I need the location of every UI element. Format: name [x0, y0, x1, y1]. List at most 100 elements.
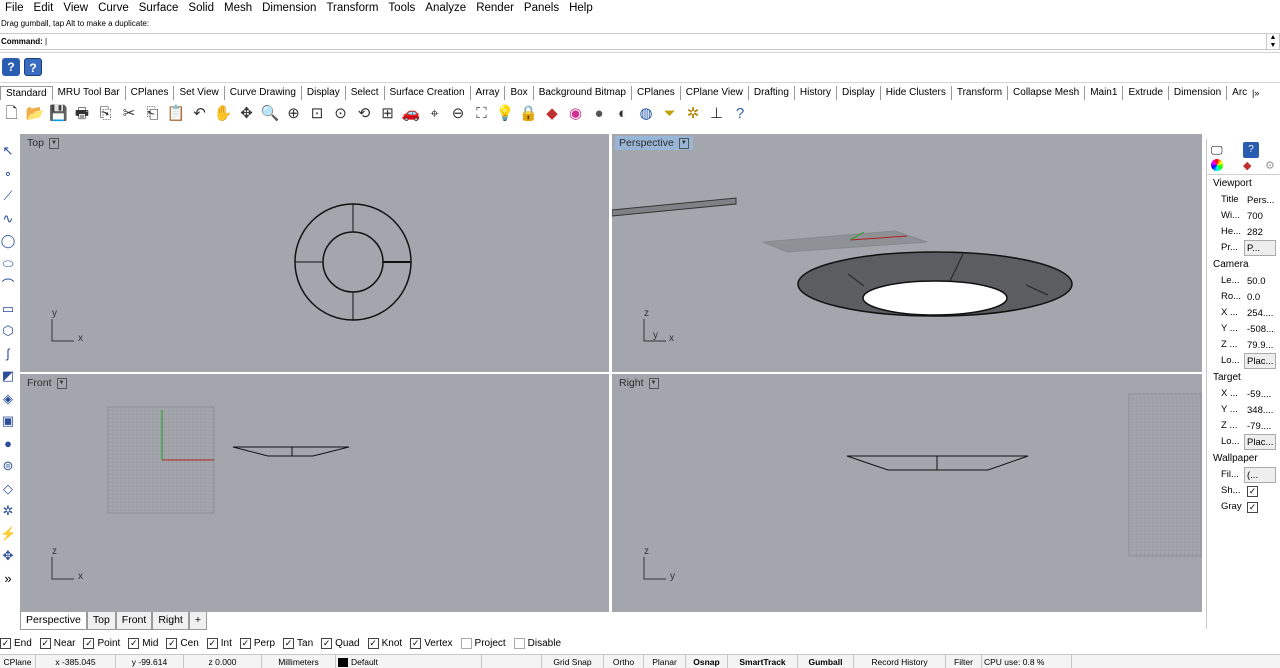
help-icon[interactable]: ?: [731, 104, 750, 123]
tab-drafting[interactable]: Drafting: [749, 86, 795, 100]
environment-icon[interactable]: ◍: [637, 104, 656, 123]
help-toggle-icon[interactable]: ?: [24, 58, 42, 76]
wallpaper-value[interactable]: (...: [1244, 467, 1276, 483]
move-icon[interactable]: ✥: [0, 545, 16, 568]
cylinder-icon[interactable]: ⊜: [0, 455, 16, 478]
options-icon[interactable]: ⛶: [472, 104, 491, 123]
pan-icon[interactable]: ✋: [214, 104, 233, 123]
checkbox[interactable]: ✓: [321, 637, 333, 649]
checkbox[interactable]: ✓: [283, 637, 295, 649]
revolve-icon[interactable]: ◈: [0, 388, 16, 411]
filter-icon[interactable]: ⏷: [660, 104, 679, 123]
viewport-title[interactable]: Top ▼: [23, 136, 63, 150]
checkbox[interactable]: ✓: [83, 637, 95, 649]
wallpaper-row[interactable]: Fil... (...: [1207, 467, 1280, 483]
osnap-cen[interactable]: ✓ Cen: [166, 637, 199, 649]
checkbox[interactable]: ✓: [206, 637, 218, 649]
target-value[interactable]: -59....: [1244, 386, 1276, 402]
expand-icon[interactable]: »: [0, 568, 16, 591]
tab-select[interactable]: Select: [346, 86, 385, 100]
viewport-value[interactable]: 700: [1244, 208, 1276, 224]
copy-icon[interactable]: ⎗: [143, 104, 162, 123]
camera-row[interactable]: Lo... Plac...: [1207, 353, 1280, 369]
osnap-int[interactable]: ✓ Int: [206, 637, 232, 649]
color-wheel-icon[interactable]: [1211, 159, 1223, 171]
checkbox[interactable]: ✓: [239, 637, 251, 649]
menu-analyze[interactable]: Analyze: [420, 2, 471, 14]
car-icon[interactable]: 🚗: [402, 104, 421, 123]
tab-history[interactable]: History: [795, 86, 837, 100]
tab-front[interactable]: Front: [115, 612, 153, 630]
material-icon[interactable]: ◆: [1243, 159, 1251, 172]
viewport-top[interactable]: y x Top ▼: [20, 134, 609, 372]
tab-dimension[interactable]: Dimension: [1169, 86, 1228, 100]
tab-box[interactable]: Box: [505, 86, 534, 100]
osnap-project[interactable]: Project: [460, 637, 506, 649]
camera-row[interactable]: Y ... -508....: [1207, 321, 1280, 337]
target-value[interactable]: 348....: [1244, 402, 1276, 418]
paste-icon[interactable]: 📋: [167, 104, 186, 123]
camera-value[interactable]: -508....: [1244, 321, 1276, 337]
menu-render[interactable]: Render: [471, 2, 519, 14]
help-icon[interactable]: ?: [2, 58, 20, 76]
tab-set-view[interactable]: Set View: [174, 86, 225, 100]
osnap-disable[interactable]: Disable: [513, 637, 561, 649]
rotate-icon[interactable]: ⟲: [355, 104, 374, 123]
snap-icon[interactable]: ⊥: [707, 104, 726, 123]
viewport-row[interactable]: He... 282: [1207, 224, 1280, 240]
checkbox[interactable]: ✓: [128, 637, 140, 649]
viewport-row[interactable]: Pr... P...: [1207, 240, 1280, 256]
osnap-point[interactable]: ✓ Point: [83, 637, 120, 649]
camera-value[interactable]: Plac...: [1244, 353, 1276, 369]
viewport-front[interactable]: z x Front ▼: [20, 374, 609, 612]
wallpaper-row[interactable]: Gray ✓: [1207, 499, 1280, 515]
chevron-down-icon[interactable]: ▼: [678, 137, 689, 149]
osnap-tan[interactable]: ✓ Tan: [283, 637, 313, 649]
viewport-perspective[interactable]: z y x Perspective ▼: [612, 134, 1202, 372]
rectangle-icon[interactable]: ▭: [0, 298, 16, 321]
tab-background-bitmap[interactable]: Background Bitmap: [534, 86, 632, 100]
menu-transform[interactable]: Transform: [321, 2, 383, 14]
arc-icon[interactable]: ⌒: [0, 275, 16, 298]
camera-value[interactable]: 79.9...: [1244, 337, 1276, 353]
planar-toggle[interactable]: Planar: [644, 655, 686, 668]
checkbox[interactable]: ✓: [0, 637, 11, 649]
select-icon[interactable]: ↖: [0, 140, 16, 163]
tab-right[interactable]: Right: [152, 612, 189, 630]
help-icon[interactable]: ?: [1243, 142, 1259, 158]
menu-tools[interactable]: Tools: [383, 2, 420, 14]
gear-icon[interactable]: ✲: [684, 104, 703, 123]
camera-value[interactable]: 50.0: [1244, 273, 1276, 289]
tab-display-2[interactable]: Display: [837, 86, 881, 100]
tab-cplanes-2[interactable]: CPlanes: [632, 86, 681, 100]
viewport-value[interactable]: P...: [1244, 240, 1276, 256]
chevron-down-icon[interactable]: ▼: [56, 377, 67, 389]
gear-icon[interactable]: ⚙: [1265, 159, 1275, 172]
viewport-value[interactable]: Pers...: [1244, 192, 1276, 208]
menu-solid[interactable]: Solid: [183, 2, 219, 14]
cut-icon[interactable]: ✂: [120, 104, 139, 123]
checkbox[interactable]: ✓: [39, 637, 51, 649]
tab-array[interactable]: Array: [471, 86, 506, 100]
freeform-icon[interactable]: ʃ: [0, 343, 16, 366]
camera-value[interactable]: 254....: [1244, 305, 1276, 321]
tab-display[interactable]: Display: [302, 86, 346, 100]
menu-mesh[interactable]: Mesh: [219, 2, 257, 14]
checkbox[interactable]: ✓: [367, 637, 379, 649]
monitor-icon[interactable]: 🖵: [1211, 143, 1223, 158]
new-icon[interactable]: 🗋: [2, 104, 21, 123]
polygon-icon[interactable]: ⬡: [0, 320, 16, 343]
camera-row[interactable]: Le... 50.0: [1207, 273, 1280, 289]
undo-icon[interactable]: ↶: [190, 104, 209, 123]
render-preview-icon[interactable]: ◐: [613, 104, 632, 123]
wallpaper-row[interactable]: Sh... ✓: [1207, 483, 1280, 499]
transform-icon[interactable]: ⚡: [0, 523, 16, 546]
command-scroll-icon[interactable]: ▲ ▼: [1266, 33, 1280, 50]
cplane-icon[interactable]: ⊖: [449, 104, 468, 123]
cplane-indicator[interactable]: CPlane: [0, 655, 36, 668]
tab-hide-clusters[interactable]: Hide Clusters: [881, 86, 952, 100]
wallpaper-value[interactable]: ✓: [1244, 499, 1276, 515]
ortho-toggle[interactable]: Ortho: [604, 655, 644, 668]
checkbox[interactable]: [513, 637, 525, 649]
circle-icon[interactable]: ◯: [0, 230, 16, 253]
